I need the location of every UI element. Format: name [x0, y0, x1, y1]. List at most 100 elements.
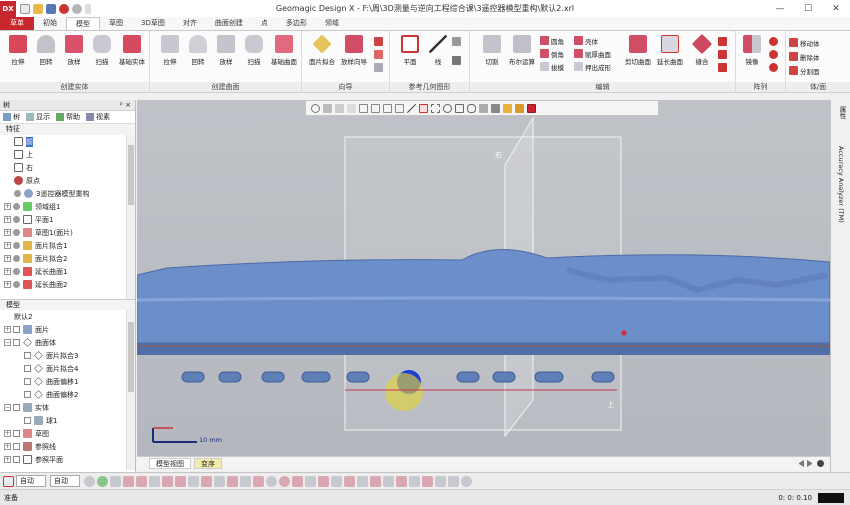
checkbox[interactable]	[24, 352, 31, 359]
filter-edge-icon[interactable]	[123, 475, 134, 487]
tree-item[interactable]: 曲面偏移2	[0, 388, 135, 401]
tab-help[interactable]: 帮助	[56, 112, 80, 122]
mirror-button[interactable]: 镜像	[738, 35, 766, 66]
snap11-icon[interactable]	[396, 475, 407, 487]
model-render[interactable]	[137, 100, 830, 456]
tab-3d-sketch[interactable]: 3D草图	[132, 17, 174, 30]
extrude-surface-button[interactable]: 拉伸	[156, 35, 184, 66]
snap7-icon[interactable]	[344, 475, 355, 487]
coord-ref-button[interactable]	[452, 55, 463, 66]
expand-icon[interactable]: +	[4, 430, 11, 437]
expand-icon[interactable]: +	[4, 242, 11, 249]
nav-next-icon[interactable]	[807, 460, 814, 467]
tree-item[interactable]: + 参照平面	[0, 453, 135, 466]
tree-item[interactable]: 右	[0, 161, 135, 174]
tab-region[interactable]: 领域	[316, 17, 348, 30]
tree-item[interactable]: + 草图1(面片)	[0, 226, 135, 239]
select-line-icon[interactable]	[407, 103, 416, 113]
trim-surface-button[interactable]: 剪切曲面	[624, 35, 652, 66]
point-ref-button[interactable]	[452, 36, 463, 47]
tree-item[interactable]: 面片拟合4	[0, 362, 135, 375]
visibility-icon[interactable]	[14, 190, 21, 197]
open-file-icon[interactable]	[33, 3, 43, 14]
revolve-surface-button[interactable]: 回转	[184, 35, 212, 66]
tree-item[interactable]: + 平面1	[0, 213, 135, 226]
redo-icon[interactable]	[72, 3, 82, 14]
line-button[interactable]: 线	[424, 35, 452, 66]
undo-icon[interactable]	[59, 3, 69, 14]
lasso-icon[interactable]	[467, 103, 476, 113]
snap2-icon[interactable]	[279, 475, 290, 487]
filter-face-icon[interactable]	[110, 475, 121, 487]
cut-button[interactable]: 切割	[478, 35, 506, 66]
wizard-small-3[interactable]	[374, 62, 385, 73]
loft-solid-button[interactable]: 放样	[60, 35, 88, 66]
draft-button[interactable]: 拔模	[540, 61, 564, 72]
view-top-icon[interactable]	[383, 103, 392, 113]
select-mode-2[interactable]: 自动	[50, 475, 80, 487]
tab-point[interactable]: 点	[252, 17, 277, 30]
expand-icon[interactable]: +	[4, 268, 11, 275]
expand-icon[interactable]: +	[4, 326, 11, 333]
filter-axis-icon[interactable]	[227, 475, 238, 487]
sew-button[interactable]: 缝合	[688, 33, 716, 66]
paint-icon[interactable]	[515, 103, 524, 113]
brush-icon[interactable]	[479, 103, 488, 113]
expand-icon[interactable]: +	[4, 255, 11, 262]
shading-icon[interactable]	[323, 103, 332, 113]
mesh-fit-button[interactable]: 面片拟合	[308, 34, 336, 66]
tree-item[interactable]: 球1	[0, 414, 135, 427]
extend-surface-button[interactable]: 延长曲面	[656, 35, 684, 66]
extend-select-icon[interactable]	[503, 103, 512, 113]
nav-prev-icon[interactable]	[797, 460, 804, 467]
tab-surface-create[interactable]: 曲面创建	[206, 17, 252, 30]
expand-icon[interactable]: +	[4, 281, 11, 288]
visibility-icon[interactable]	[13, 203, 20, 210]
snap10-icon[interactable]	[383, 475, 394, 487]
revolve-solid-button[interactable]: 回转	[32, 35, 60, 66]
tab-sketch[interactable]: 草图	[100, 17, 132, 30]
flood-icon[interactable]	[491, 103, 500, 113]
wireframe-icon[interactable]	[335, 103, 344, 113]
checkbox[interactable]	[13, 456, 20, 463]
tab-tree[interactable]: 树	[3, 112, 20, 122]
tab-display[interactable]: 显示	[26, 112, 50, 122]
maximize-button[interactable]: ☐	[794, 0, 822, 17]
tab-file[interactable]: 草单	[0, 17, 34, 30]
tree-item[interactable]: + 面片拟合2	[0, 252, 135, 265]
nav-close-icon[interactable]	[817, 460, 824, 467]
accuracy-analyzer-tab[interactable]: Accuracy Analyzer (TM)	[837, 146, 845, 223]
filter-coord-icon[interactable]	[240, 475, 251, 487]
sweep-solid-button[interactable]: 扫描	[88, 35, 116, 66]
snap12-icon[interactable]	[409, 475, 420, 487]
fillet-button[interactable]: 圆角	[540, 35, 564, 46]
tab-variable[interactable]: 变序	[194, 458, 222, 469]
select-filter-icon[interactable]	[3, 475, 14, 487]
tree-item[interactable]: + 草图	[0, 427, 135, 440]
checkbox[interactable]	[13, 339, 20, 346]
snap15-icon[interactable]	[448, 475, 459, 487]
filter-surface-icon[interactable]	[162, 475, 173, 487]
shell-button[interactable]: 壳体	[574, 35, 598, 46]
tree-item[interactable]: 上	[0, 148, 135, 161]
circular-pattern-button[interactable]	[769, 49, 780, 60]
model-tree-scrollbar[interactable]	[126, 310, 135, 470]
visibility-icon[interactable]	[13, 268, 20, 275]
move-body-button[interactable]: 移动体	[789, 37, 820, 48]
linear-pattern-button[interactable]	[769, 36, 780, 47]
checkbox[interactable]	[24, 391, 31, 398]
select-rect-icon[interactable]	[419, 103, 428, 113]
red-point[interactable]	[621, 330, 627, 336]
tree-item[interactable]: + 面片拟合1	[0, 239, 135, 252]
curve-pattern-button[interactable]	[769, 62, 780, 73]
snap8-icon[interactable]	[357, 475, 368, 487]
visibility-icon[interactable]	[13, 216, 20, 223]
snap-icon[interactable]	[266, 475, 277, 487]
loft-wizard-button[interactable]: 放样向导	[340, 35, 368, 66]
remote-mesh-body[interactable]	[137, 249, 830, 344]
checkbox[interactable]	[13, 404, 20, 411]
select-mode-1[interactable]: 自动	[16, 475, 46, 487]
snap5-icon[interactable]	[318, 475, 329, 487]
collapse-icon[interactable]: −	[4, 404, 11, 411]
checkbox[interactable]	[13, 326, 20, 333]
